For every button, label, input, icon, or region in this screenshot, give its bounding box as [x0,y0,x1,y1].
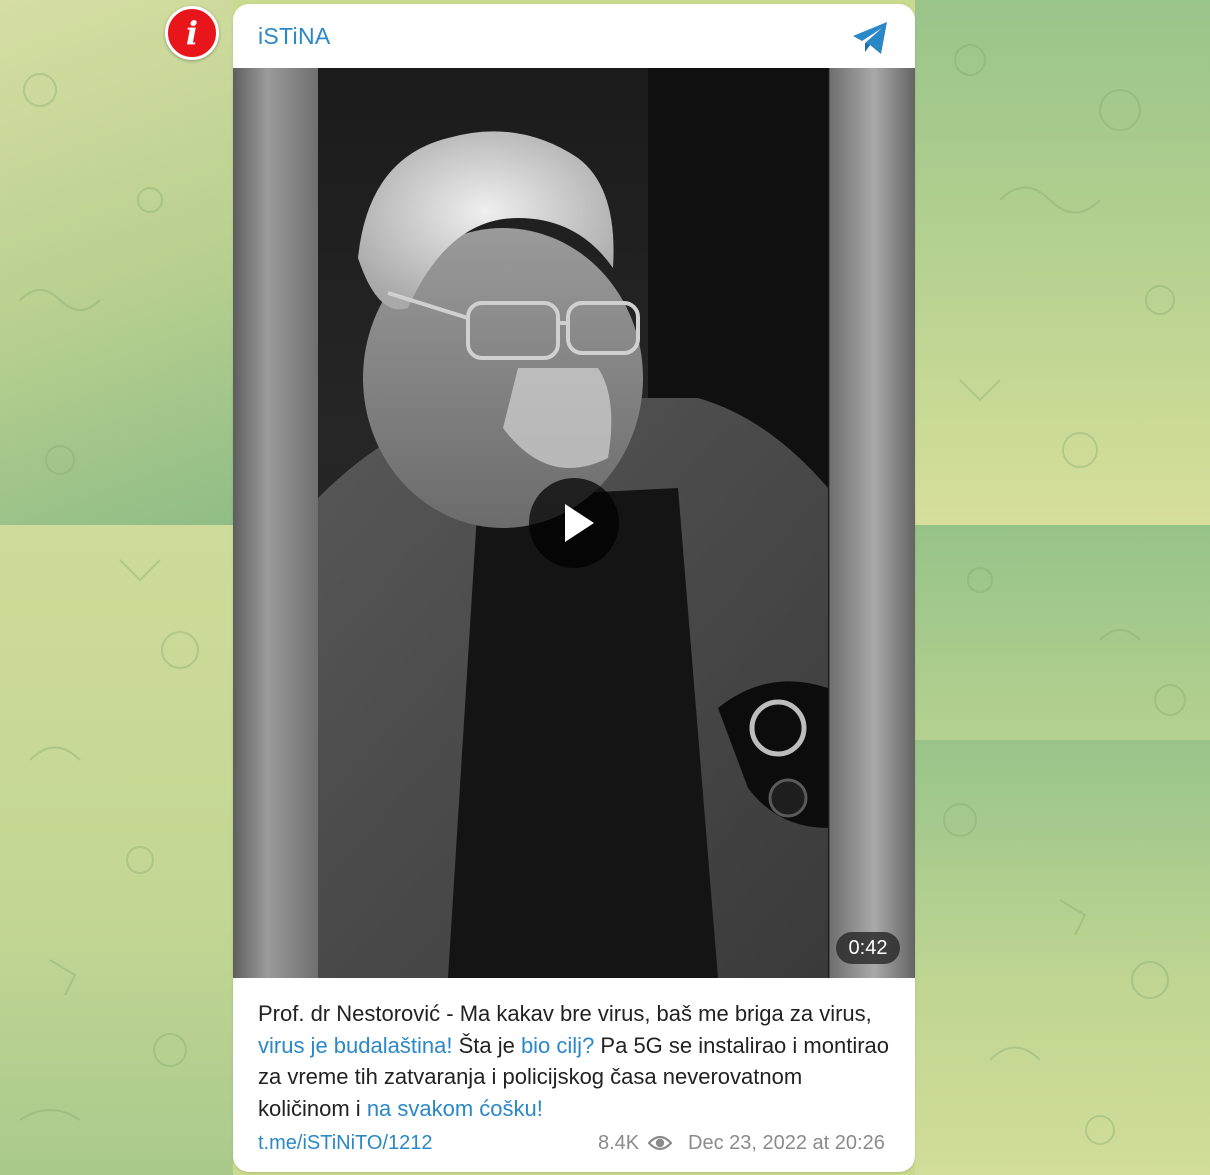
channel-name[interactable]: iSTiNA [258,23,331,50]
eye-icon [648,1135,672,1151]
caption-text: Šta je [452,1032,521,1058]
caption-text: Prof. dr Nestorović - Ma kakav bre virus… [258,1001,872,1026]
caption-link[interactable]: virus je budalaština! [258,1033,452,1058]
wallpaper-tile [915,740,1210,1175]
wallpaper-tile [915,525,1210,740]
caption-link[interactable]: bio cilj? [521,1033,594,1058]
caption-link[interactable]: na svakom ćošku! [367,1096,543,1121]
message-caption: Prof. dr Nestorović - Ma kakav bre virus… [258,998,898,1124]
video-duration: 0:42 [836,932,900,964]
card-header: iSTiNA [233,4,915,68]
post-link[interactable]: t.me/iSTiNiTO/1212 [258,1132,433,1155]
info-icon: i [165,6,219,60]
wallpaper-tile [0,525,233,1175]
message-footer: t.me/iSTiNiTO/1212 8.4K Dec 23, 2022 at … [233,1128,915,1160]
video-player[interactable]: 0:42 [233,68,915,978]
wallpaper-tile [0,0,233,525]
view-count: 8.4K [598,1132,640,1154]
telegram-plane-icon[interactable] [851,20,891,56]
post-timestamp: Dec 23, 2022 at 20:26 [688,1132,885,1154]
wallpaper-tile [915,0,1210,525]
message-card: iSTiNA 0:42 Prof. dr Nestorović - Ma kak… [233,4,915,1172]
play-icon[interactable] [529,478,619,568]
